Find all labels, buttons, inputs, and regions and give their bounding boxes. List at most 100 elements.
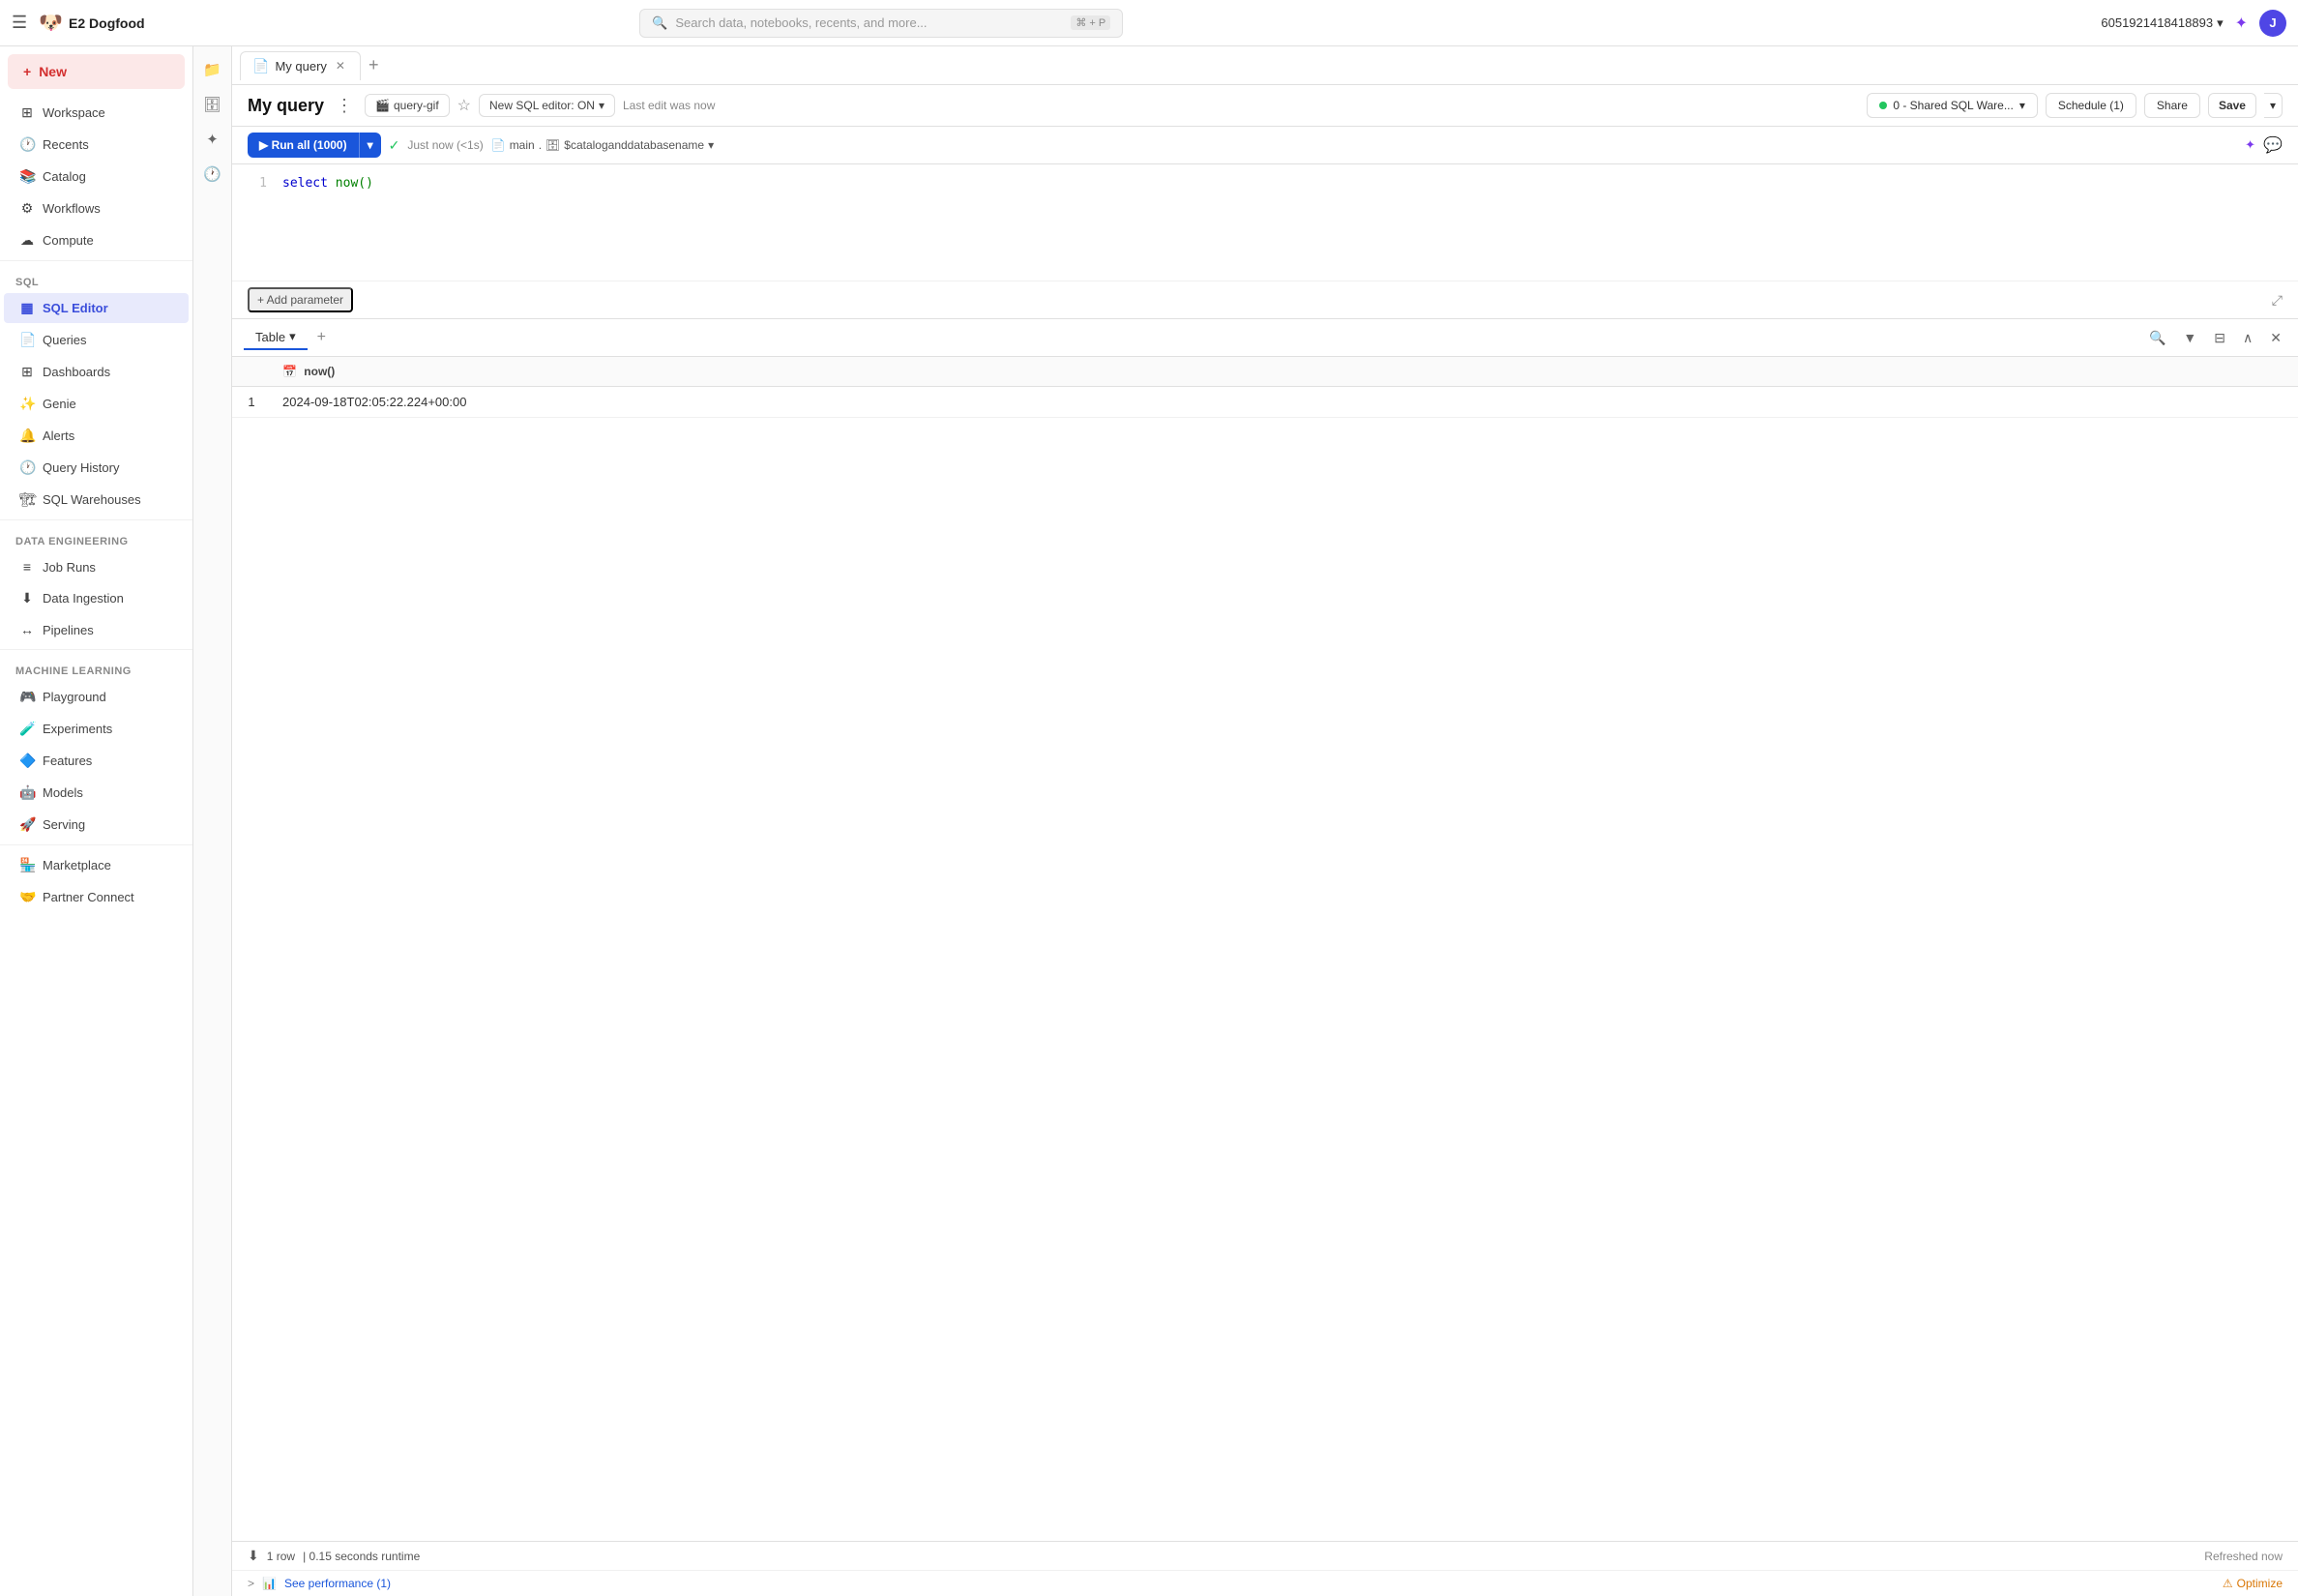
optimize-button[interactable]: ⚠ Optimize (2223, 1577, 2283, 1590)
sql-keyword: select (282, 176, 328, 191)
results-filter-icon[interactable]: ▼ (2178, 327, 2201, 348)
results-expand-icon[interactable]: ∧ (2238, 327, 2257, 349)
query-header-actions: 0 - Shared SQL Ware... ▾ Schedule (1) Sh… (1867, 93, 2283, 118)
sidebar-item-models[interactable]: 🤖 Models (4, 778, 189, 808)
share-button[interactable]: Share (2144, 93, 2200, 118)
sidebar-item-label: Pipelines (43, 623, 94, 637)
marketplace-icon: 🏪 (19, 857, 35, 873)
query-gif-button[interactable]: 🎬 query-gif (365, 94, 450, 117)
catalog-selector[interactable]: 📄 main . 🗄 $cataloganddatabasename ▾ (491, 138, 714, 152)
account-selector[interactable]: 6051921418418893 ▾ (2101, 15, 2223, 31)
features-icon: 🔷 (19, 753, 35, 769)
logo-emoji: 🐶 (39, 11, 63, 35)
sidebar-item-queries[interactable]: 📄 Queries (4, 325, 189, 355)
tab-close-icon[interactable]: ✕ (333, 58, 348, 74)
expand-icon[interactable]: ⤢ (2272, 292, 2283, 309)
table-tab[interactable]: Table ▾ (244, 325, 308, 350)
tab-add-button[interactable]: + (363, 53, 385, 77)
sql-editor-icon: ▦ (19, 300, 35, 316)
perf-expand-icon[interactable]: > (248, 1577, 254, 1590)
partner-connect-icon: 🤝 (19, 889, 35, 905)
sidebar-item-genie[interactable]: ✨ Genie (4, 389, 189, 419)
sidebar-item-alerts[interactable]: 🔔 Alerts (4, 421, 189, 451)
save-expand-button[interactable]: ▾ (2264, 93, 2283, 118)
editor-area: 1 select now() + Add parameter ⤢ (232, 164, 2298, 319)
sidebar-item-label: Models (43, 785, 83, 800)
sidebar-item-sql-editor[interactable]: ▦ SQL Editor (4, 293, 189, 323)
menu-icon[interactable]: ☰ (12, 13, 27, 33)
code-editor[interactable]: 1 select now() (232, 164, 2298, 281)
dot-separator: . (539, 138, 542, 152)
query-header: My query ⋮ 🎬 query-gif ☆ New SQL editor:… (232, 85, 2298, 127)
sidebar-item-workspace[interactable]: ⊞ Workspace (4, 98, 189, 128)
run-button[interactable]: ▶ Run all (1000) ▾ (248, 133, 381, 158)
search-icon: 🔍 (652, 15, 667, 31)
gif-label: query-gif (394, 99, 439, 112)
sql-toggle-button[interactable]: New SQL editor: ON ▾ (479, 94, 615, 117)
line-number: 1 (248, 176, 267, 191)
save-button[interactable]: Save (2208, 93, 2256, 118)
row-value-cell: 2024-09-18T02:05:22.224+00:00 (271, 387, 2298, 418)
folder-strip-icon[interactable]: 📁 (197, 54, 228, 85)
sparkle-icon[interactable]: ✦ (2245, 137, 2255, 153)
tab-bar: 📄 My query ✕ + (232, 46, 2298, 85)
sidebar-item-catalog[interactable]: 📚 Catalog (4, 162, 189, 192)
results-close-icon[interactable]: ✕ (2265, 327, 2286, 349)
sidebar-item-serving[interactable]: 🚀 Serving (4, 810, 189, 840)
sidebar-item-compute[interactable]: ☁ Compute (4, 225, 189, 255)
plus-icon: + (23, 64, 31, 79)
download-icon[interactable]: ⬇ (248, 1548, 259, 1564)
comment-icon[interactable]: 💬 (2263, 135, 2283, 155)
sidebar-item-marketplace[interactable]: 🏪 Marketplace (4, 850, 189, 880)
sidebar-item-label: SQL Warehouses (43, 492, 141, 507)
query-more-button[interactable]: ⋮ (332, 94, 357, 118)
run-dropdown-button[interactable]: ▾ (359, 133, 381, 158)
recents-icon: 🕐 (19, 136, 35, 153)
warehouse-button[interactable]: 0 - Shared SQL Ware... ▾ (1867, 93, 2038, 118)
tab-query-icon: 📄 (252, 58, 269, 74)
tab-label: My query (275, 59, 326, 74)
sidebar-item-partner-connect[interactable]: 🤝 Partner Connect (4, 882, 189, 912)
sidebar-item-data-ingestion[interactable]: ⬇ Data Ingestion (4, 583, 189, 613)
results-columns-icon[interactable]: ⊟ (2209, 327, 2230, 349)
results-search-icon[interactable]: 🔍 (2144, 327, 2170, 349)
star-icon[interactable]: ☆ (457, 96, 471, 115)
warehouse-status-dot (1879, 102, 1887, 109)
schedule-button[interactable]: Schedule (1) (2046, 93, 2136, 118)
queries-icon: 📄 (19, 332, 35, 348)
catalog-icon: 📚 (19, 168, 35, 185)
now-column-header: 📅 now() (271, 357, 2298, 387)
pipelines-icon: ↔ (19, 622, 35, 637)
sidebar-item-workflows[interactable]: ⚙ Workflows (4, 193, 189, 223)
gif-icon: 🎬 (375, 99, 390, 112)
table-row: 1 2024-09-18T02:05:22.224+00:00 (232, 387, 2298, 418)
chevron-down-icon: ▾ (2019, 99, 2025, 112)
search-bar[interactable]: 🔍 Search data, notebooks, recents, and m… (639, 9, 1123, 38)
last-edit-label[interactable]: Last edit was now (623, 99, 715, 112)
sidebar-item-dashboards[interactable]: ⊞ Dashboards (4, 357, 189, 387)
my-query-tab[interactable]: 📄 My query ✕ (240, 51, 361, 80)
runtime-label: | 0.15 seconds runtime (303, 1550, 420, 1563)
results-tab-add-button[interactable]: + (311, 327, 332, 348)
sidebar-item-job-runs[interactable]: ≡ Job Runs (4, 552, 189, 581)
tab-dropdown-icon[interactable]: ▾ (289, 329, 296, 344)
new-button[interactable]: + New (8, 54, 185, 89)
sidebar-item-recents[interactable]: 🕐 Recents (4, 130, 189, 160)
see-performance-link[interactable]: See performance (1) (284, 1577, 391, 1590)
sparkle-icon[interactable]: ✦ (2235, 14, 2248, 33)
sidebar-item-pipelines[interactable]: ↔ Pipelines (4, 615, 189, 644)
avatar[interactable]: J (2259, 10, 2286, 37)
sidebar-item-label: Query History (43, 460, 119, 475)
sidebar-item-experiments[interactable]: 🧪 Experiments (4, 714, 189, 744)
database-strip-icon[interactable]: 🗄 (197, 89, 228, 120)
sparkle-strip-icon[interactable]: ✦ (197, 124, 228, 155)
sidebar-item-query-history[interactable]: 🕐 Query History (4, 453, 189, 483)
run-all-button[interactable]: ▶ Run all (1000) (248, 133, 359, 158)
history-strip-icon[interactable]: 🕐 (197, 159, 228, 190)
sidebar-item-sql-warehouses[interactable]: 🏗 SQL Warehouses (4, 485, 189, 515)
sidebar-item-playground[interactable]: 🎮 Playground (4, 682, 189, 712)
genie-icon: ✨ (19, 396, 35, 412)
sidebar-item-features[interactable]: 🔷 Features (4, 746, 189, 776)
compute-icon: ☁ (19, 232, 35, 249)
add-parameter-button[interactable]: + Add parameter (248, 287, 353, 312)
